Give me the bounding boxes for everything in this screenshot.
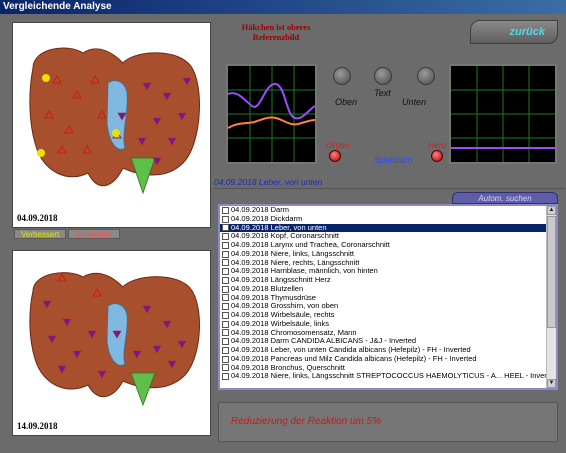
- list-item[interactable]: 04.09.2018 Grosshirn, von oben: [220, 302, 548, 311]
- unten-label: Unten: [402, 97, 427, 107]
- checkbox[interactable]: [222, 346, 229, 354]
- selected-entry: 04.09.2018 Leber, von unten: [213, 176, 565, 189]
- hero-label: Hero: [428, 140, 447, 150]
- status-message: Reduzierung der Reaktion um 5%: [218, 402, 558, 442]
- analysis-list-items: 04.09.2018 Darm 04.09.2018 Dickdarm 04.09.…: [220, 206, 548, 388]
- list-item[interactable]: 04.09.2018 Pancreas und Milz Candida alb…: [220, 355, 548, 364]
- list-item-label: 04.09.2018 Larynx und Trachea, Coronarsc…: [231, 241, 390, 249]
- list-item-label: 04.09.2018 Leber, von unten Candida albi…: [231, 346, 471, 354]
- oben-knob[interactable]: [333, 67, 351, 85]
- checkbox[interactable]: [222, 355, 229, 363]
- list-item-label: 04.09.2018 Pancreas und Milz Candida alb…: [231, 354, 477, 363]
- list-item-label: 04.09.2018 Blutzellen: [231, 284, 304, 293]
- checkbox[interactable]: [222, 373, 229, 381]
- liver-image-top: [29, 47, 200, 195]
- scroll-thumb[interactable]: [547, 216, 556, 328]
- checkbox[interactable]: [222, 224, 229, 232]
- auto-search-tab[interactable]: Autom. suchen: [452, 192, 558, 204]
- list-item-label: 04.09.2018 Wirbelsäule, rechts: [231, 311, 335, 319]
- checkbox[interactable]: [222, 268, 229, 276]
- unten-knob[interactable]: [417, 67, 435, 85]
- list-item[interactable]: 04.09.2018 Dickdarm: [220, 215, 548, 224]
- checkbox[interactable]: [222, 276, 229, 284]
- reference-note: Häkchen ist oberes Referenzbild: [215, 18, 337, 46]
- list-item-label: 04.09.2018 Darm CANDIDA ALBICANS - J&J -…: [231, 337, 417, 346]
- list-item-label: 04.09.2018 Kopf, Coronarschnitt: [231, 232, 339, 241]
- list-item-label: 04.09.2018 Grosshirn, von oben: [231, 302, 339, 311]
- list-item[interactable]: 04.09.2018 Harnblase, männlich, von hint…: [220, 267, 548, 276]
- list-item[interactable]: 04.09.2018 Längsschnitt Herz: [220, 276, 548, 285]
- list-scrollbar[interactable]: ▲ ▼: [546, 206, 556, 388]
- list-item[interactable]: 04.09.2018 Bronchus, Querschnitt: [220, 364, 548, 373]
- list-item[interactable]: 04.09.2018 Niere, links, Längsschnitt: [220, 250, 548, 259]
- checkbox[interactable]: [222, 259, 229, 267]
- text-knob[interactable]: [374, 67, 392, 85]
- compare-bar: Verbessert Schlechter: [14, 229, 121, 239]
- organ-label: Organ: [326, 140, 350, 150]
- checkbox[interactable]: [222, 303, 229, 311]
- back-button[interactable]: zurück: [470, 20, 558, 44]
- text-label: Text: [374, 88, 391, 98]
- list-item-label: 04.09.2018 Niere, links, Längsschnitt: [231, 249, 354, 258]
- reference-image-card[interactable]: 04.09.2018: [12, 22, 211, 228]
- list-item[interactable]: 04.09.2018 Wirbelsäule, rechts: [220, 311, 548, 320]
- checkbox[interactable]: [222, 364, 229, 372]
- image-panel: 04.09.2018 Verbessert Schlechter 14.09.2…: [0, 14, 215, 453]
- list-item-label: 04.09.2018 Darm: [231, 206, 289, 214]
- improved-button[interactable]: Verbessert: [14, 229, 67, 239]
- worse-button[interactable]: Schlechter: [68, 229, 121, 239]
- list-item[interactable]: 04.09.2018 Darm CANDIDA ALBICANS - J&J -…: [220, 337, 548, 346]
- list-item-label: 04.09.2018 Leber, von unten: [231, 223, 327, 232]
- list-item-label: 04.09.2018 Längsschnitt Herz: [231, 276, 331, 284]
- comparison-image-card[interactable]: 14.09.2018: [12, 250, 211, 436]
- scroll-up-icon[interactable]: ▲: [547, 206, 556, 215]
- window-title: Vergleichende Analyse: [0, 0, 566, 14]
- checkbox[interactable]: [222, 250, 229, 258]
- hero-button[interactable]: [431, 150, 443, 162]
- list-item[interactable]: 04.09.2018 Leber, von unten Candida albi…: [220, 346, 548, 355]
- organ-button[interactable]: [329, 150, 341, 162]
- organ-spectrum-graph: [227, 66, 316, 162]
- analysis-list[interactable]: 04.09.2018 Darm 04.09.2018 Dickdarm 04.09.…: [218, 204, 558, 390]
- checkbox[interactable]: [222, 233, 229, 241]
- list-item[interactable]: 04.09.2018 Thymusdrüse: [220, 294, 548, 303]
- checkbox[interactable]: [222, 329, 229, 337]
- list-item[interactable]: 04.09.2018 Kopf, Coronarschnitt: [220, 232, 548, 241]
- liver-image-bottom: [29, 272, 200, 407]
- spectrum-screen-hero: [449, 64, 557, 164]
- checkbox[interactable]: [222, 294, 229, 302]
- list-item-label: 04.09.2018 Thymusdrüse: [231, 293, 316, 302]
- checkbox[interactable]: [222, 206, 229, 214]
- list-item[interactable]: 04.09.2018 Larynx und Trachea, Coronarsc…: [220, 241, 548, 250]
- list-item[interactable]: 04.09.2018 Chromosomensatz, Mann: [220, 329, 548, 338]
- list-item[interactable]: 04.09.2018 Niere, rechts, Längsschnitt: [220, 259, 548, 268]
- reference-note-line1: Häkchen ist oberes: [241, 22, 311, 32]
- list-item-label: 04.09.2018 Harnblase, männlich, von hint…: [231, 267, 378, 276]
- checkbox[interactable]: [222, 215, 229, 223]
- checkbox[interactable]: [222, 285, 229, 293]
- list-item[interactable]: 04.09.2018 Leber, von unten: [220, 223, 548, 233]
- list-item[interactable]: 04.09.2018 Niere, links, Längsschnitt ST…: [220, 372, 548, 381]
- list-item-label: 04.09.2018 Chromosomensatz, Mann: [231, 328, 357, 337]
- list-item-label: 04.09.2018 Niere, links, Längsschnitt ST…: [231, 372, 548, 381]
- spectrum-label: Spektrum: [374, 155, 413, 165]
- image-date-bottom: 14.09.2018: [17, 421, 58, 431]
- checkbox[interactable]: [222, 241, 229, 249]
- list-item-label: 04.09.2018 Dickdarm: [231, 214, 303, 223]
- list-item[interactable]: 04.09.2018 Wirbelsäule, links: [220, 320, 548, 329]
- list-item[interactable]: 04.09.2018 Blutzellen: [220, 285, 548, 294]
- list-item-label: 04.09.2018 Wirbelsäule, links: [231, 319, 329, 328]
- oben-label: Oben: [335, 97, 358, 107]
- reference-note-line2: Referenzbild: [252, 32, 300, 42]
- list-item-label: 04.09.2018 Niere, rechts, Längsschnitt: [231, 258, 360, 267]
- scroll-down-icon[interactable]: ▼: [547, 379, 556, 388]
- list-item-label: 04.09.2018 Bronchus, Querschnitt: [231, 363, 345, 372]
- checkbox[interactable]: [222, 320, 229, 328]
- image-date-top: 04.09.2018: [17, 213, 58, 223]
- checkbox[interactable]: [222, 338, 229, 346]
- spectrum-screen-organ: [226, 64, 317, 164]
- hero-spectrum-graph: [451, 66, 555, 162]
- list-item[interactable]: 04.09.2018 Darm: [220, 206, 548, 215]
- checkbox[interactable]: [222, 311, 229, 319]
